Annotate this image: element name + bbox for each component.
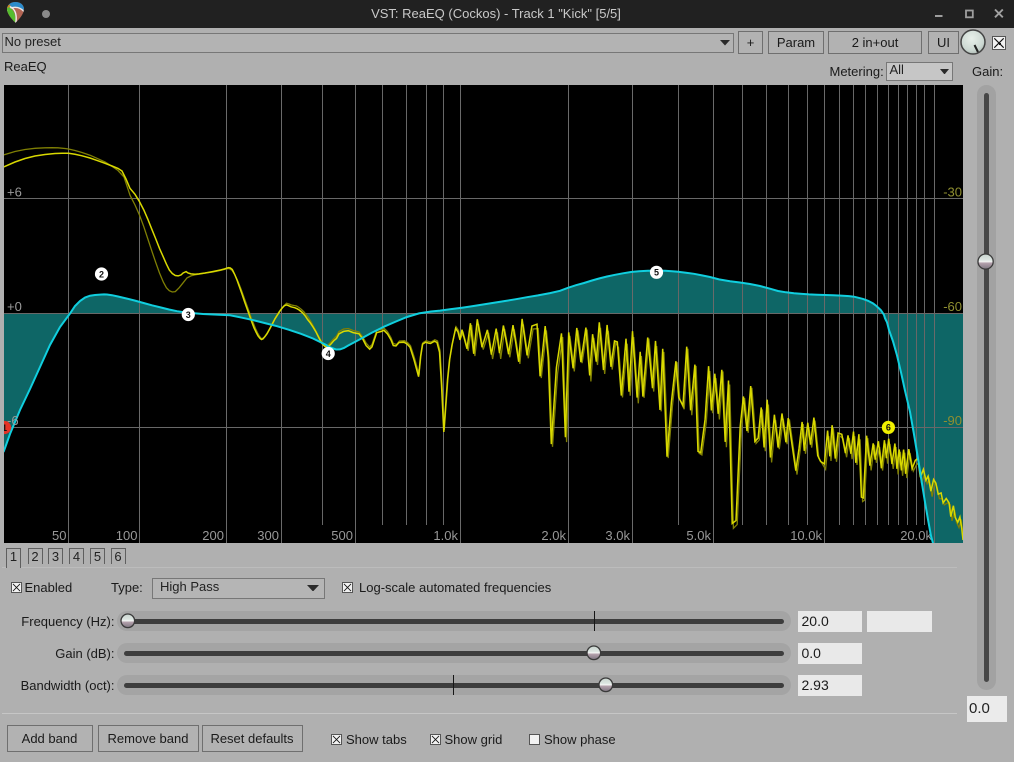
svg-text:1: 1 [4, 423, 7, 433]
svg-text:5.0k: 5.0k [686, 528, 711, 543]
svg-text:300: 300 [257, 528, 279, 543]
svg-text:1.0k: 1.0k [433, 528, 458, 543]
svg-text:2: 2 [99, 269, 104, 279]
svg-text:20.0k: 20.0k [900, 528, 932, 543]
svg-text:-90: -90 [943, 413, 962, 428]
svg-text:3.0k: 3.0k [605, 528, 630, 543]
svg-text:3: 3 [186, 310, 191, 320]
svg-text:6: 6 [886, 423, 891, 433]
svg-text:50: 50 [52, 528, 66, 543]
svg-text:200: 200 [202, 528, 224, 543]
svg-text:5: 5 [654, 268, 659, 278]
svg-text:100: 100 [116, 528, 138, 543]
svg-text:500: 500 [331, 528, 353, 543]
svg-text:4: 4 [326, 349, 331, 359]
svg-text:-30: -30 [943, 184, 962, 199]
svg-text:+6: +6 [7, 184, 22, 199]
svg-text:-60: -60 [943, 299, 962, 314]
svg-text:+0: +0 [7, 299, 22, 314]
svg-text:2.0k: 2.0k [541, 528, 566, 543]
svg-text:10.0k: 10.0k [790, 528, 822, 543]
